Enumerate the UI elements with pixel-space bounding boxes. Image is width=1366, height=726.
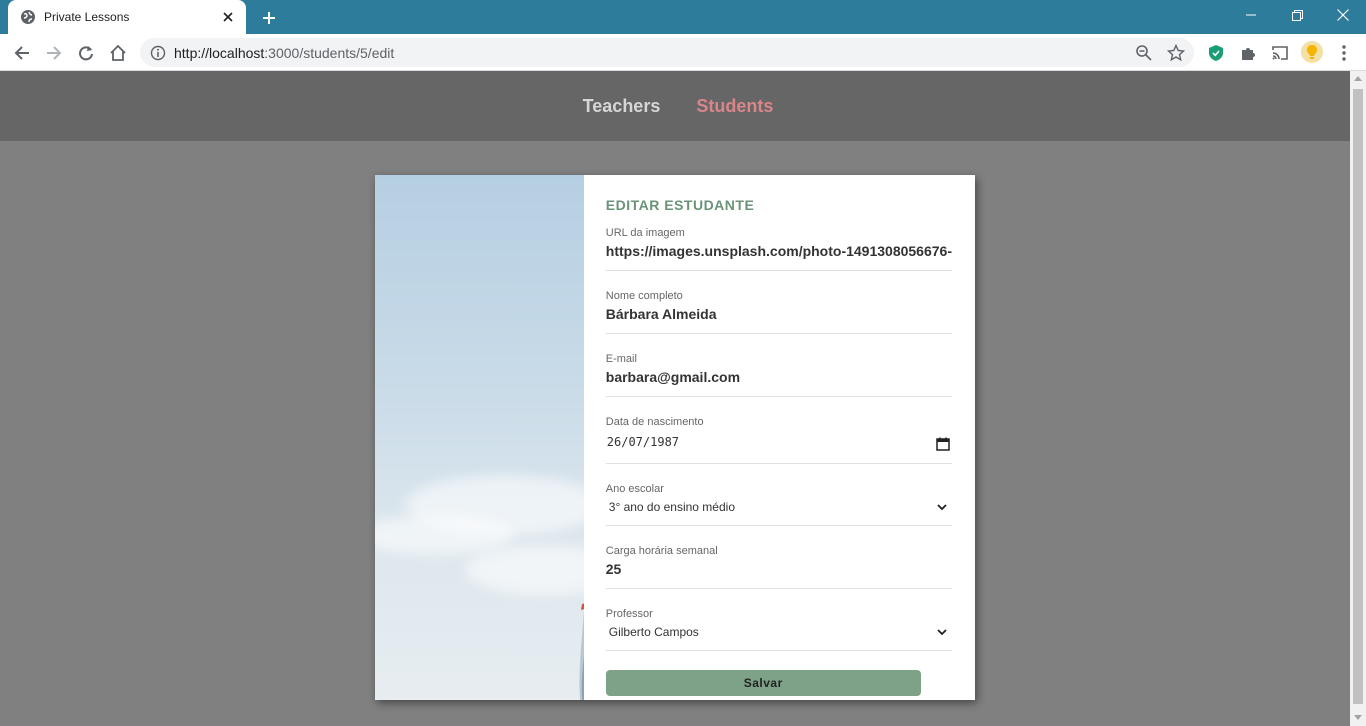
teacher-field: Professor Gilberto Campos	[605, 608, 952, 651]
scroll-up-icon[interactable]	[1354, 76, 1362, 81]
weekly-hours-field: Carga horária semanal 25	[605, 545, 952, 589]
close-window-icon[interactable]	[1320, 0, 1366, 30]
chevron-down-icon[interactable]	[936, 626, 950, 640]
teacher-select[interactable]: Gilberto Campos	[606, 622, 952, 650]
forward-icon[interactable]	[41, 40, 67, 66]
minimize-icon[interactable]	[1228, 0, 1274, 30]
back-icon[interactable]	[9, 40, 35, 66]
weekly-hours-label: Carga horária semanal	[605, 545, 718, 557]
teacher-label: Professor	[605, 608, 653, 620]
zoom-icon[interactable]	[1135, 44, 1153, 62]
url-host: http://localhost	[174, 45, 265, 61]
menu-icon[interactable]	[1331, 40, 1357, 66]
birth-date-input[interactable]: 26/07/1987	[606, 430, 952, 463]
page-viewport: Teachers Students EDITAR ESTUDANTE URL d…	[0, 71, 1350, 726]
reload-icon[interactable]	[73, 40, 99, 66]
avatar-url-field: URL da imagem https://images.unsplash.co…	[605, 227, 952, 271]
address-url: http://localhost:3000/students/5/edit	[174, 45, 394, 61]
edit-student-form: EDITAR ESTUDANTE URL da imagem https://i…	[584, 175, 975, 700]
restore-icon[interactable]	[1274, 0, 1320, 30]
birth-date-label: Data de nascimento	[605, 416, 704, 428]
address-bar[interactable]: http://localhost:3000/students/5/edit	[140, 38, 1194, 67]
birth-date-field: Data de nascimento 26/07/1987	[605, 416, 952, 464]
email-label: E-mail	[605, 353, 637, 365]
email-field: E-mail barbara@gmail.com	[605, 353, 952, 397]
nav-students[interactable]: Students	[690, 96, 773, 117]
scroll-down-icon[interactable]	[1354, 715, 1362, 720]
plus-icon[interactable]	[258, 7, 280, 29]
url-path: :3000/students/5/edit	[264, 45, 395, 61]
star-icon[interactable]	[1167, 44, 1185, 62]
edit-card: EDITAR ESTUDANTE URL da imagem https://i…	[375, 175, 975, 700]
browser-titlebar: Private Lessons	[0, 0, 1366, 34]
home-icon[interactable]	[105, 40, 131, 66]
avatar-url-input[interactable]: https://images.unsplash.com/photo-149130…	[606, 241, 952, 270]
nav-teachers[interactable]: Teachers	[577, 96, 661, 117]
browser-tab[interactable]: Private Lessons	[8, 0, 246, 34]
puzzle-icon[interactable]	[1235, 40, 1261, 66]
name-input[interactable]: Bárbara Almeida	[606, 304, 952, 333]
cast-icon[interactable]	[1267, 40, 1293, 66]
grade-select[interactable]: 3° ano do ensino médio	[606, 497, 952, 525]
grade-field: Ano escolar 3° ano do ensino médio	[605, 483, 952, 526]
email-input[interactable]: barbara@gmail.com	[606, 367, 952, 396]
name-field: Nome completo Bárbara Almeida	[605, 290, 952, 334]
calendar-icon[interactable]	[936, 437, 950, 451]
scroll-thumb[interactable]	[1353, 89, 1363, 704]
site-header: Teachers Students	[0, 71, 1350, 141]
browser-toolbar: http://localhost:3000/students/5/edit	[0, 34, 1366, 71]
statue-shape	[579, 603, 584, 700]
chevron-down-icon[interactable]	[936, 501, 950, 515]
avatar-url-label: URL da imagem	[605, 227, 685, 239]
name-label: Nome completo	[605, 290, 683, 302]
page-scrollbar[interactable]	[1350, 71, 1366, 726]
shield-icon[interactable]	[1203, 40, 1229, 66]
tab-title: Private Lessons	[44, 10, 130, 24]
form-title: EDITAR ESTUDANTE	[605, 197, 755, 213]
weekly-hours-input[interactable]: 25	[606, 559, 952, 588]
profile-avatar[interactable]	[1301, 41, 1323, 63]
grade-label: Ano escolar	[605, 483, 664, 495]
save-button[interactable]: Salvar	[605, 670, 921, 696]
info-icon[interactable]	[150, 45, 166, 61]
close-icon[interactable]	[220, 9, 236, 25]
globe-icon	[20, 9, 36, 25]
student-photo	[375, 175, 584, 700]
